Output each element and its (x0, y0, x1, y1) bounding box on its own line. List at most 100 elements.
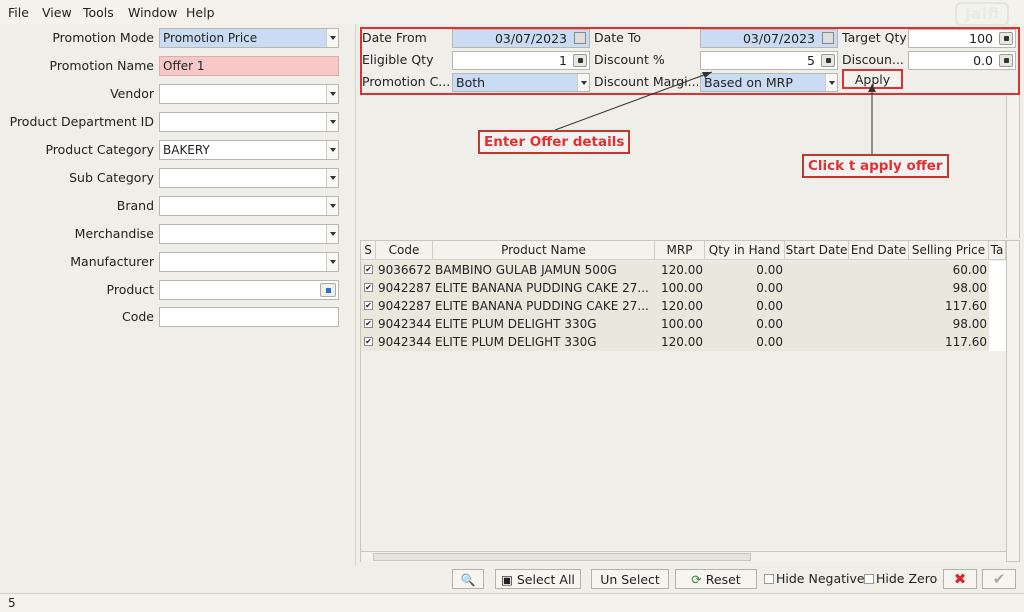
promotion-c-select[interactable]: Both (452, 73, 590, 92)
column-header-s[interactable]: S (361, 241, 376, 260)
promotion-name-field[interactable]: Offer 1 (159, 56, 339, 76)
cell-tax (989, 297, 1006, 315)
chevron-down-icon[interactable] (326, 225, 338, 243)
merchandise-label: Merchandise (74, 226, 154, 241)
cell-end (851, 261, 907, 279)
discount-pct-field[interactable]: 5 (700, 51, 838, 70)
table-row[interactable]: ✔ 9042287 ELITE BANANA PUDDING CAKE 27... 1… (361, 297, 1006, 315)
cell-qty: 0.00 (756, 263, 783, 277)
column-header-start-date[interactable]: Start Date (785, 241, 849, 260)
cell-name: BAMBINO GULAB JAMUN 500G (435, 263, 617, 277)
chevron-down-icon[interactable] (326, 169, 338, 187)
row-checkbox[interactable]: ✔ (364, 283, 373, 292)
cell-start (787, 297, 847, 315)
un-select-button[interactable]: Un Select (591, 569, 669, 589)
reset-icon: ⟳ (691, 572, 702, 587)
sub-category-field[interactable] (159, 168, 339, 188)
column-header-code[interactable]: Code (376, 241, 433, 260)
product-department-id-field[interactable] (159, 112, 339, 132)
spinner-icon[interactable] (573, 54, 587, 67)
product-category-field[interactable]: BAKERY (159, 140, 339, 160)
chevron-down-icon[interactable] (326, 141, 338, 159)
search-button[interactable]: 🔍 (452, 569, 484, 589)
menu-window[interactable]: Window (128, 5, 177, 20)
code-field[interactable] (159, 307, 339, 327)
cell-start (787, 333, 847, 351)
spinner-icon[interactable] (821, 54, 835, 67)
status-bar: 5 (0, 593, 1024, 612)
table-row[interactable]: ✔ 9042344 ELITE PLUM DELIGHT 330G 100.00 0.0… (361, 315, 1006, 333)
product-field[interactable] (159, 280, 339, 300)
menu-help[interactable]: Help (186, 5, 215, 20)
menu-file[interactable]: File (8, 5, 29, 20)
code-label: Code (121, 309, 154, 324)
calendar-icon[interactable] (574, 32, 586, 44)
horizontal-scrollbar[interactable] (361, 551, 1006, 562)
row-checkbox[interactable]: ✔ (364, 337, 373, 346)
discount-field[interactable]: 0.0 (908, 51, 1016, 70)
cell-tax (989, 279, 1006, 297)
cell-start (787, 279, 847, 297)
table-row[interactable]: ✔ 9036672 BAMBINO GULAB JAMUN 500G 120.00 0.… (361, 261, 1006, 279)
merchandise-field[interactable] (159, 224, 339, 244)
vendor-field[interactable] (159, 84, 339, 104)
menu-tools[interactable]: Tools (83, 5, 114, 20)
menu-view[interactable]: View (42, 5, 72, 20)
lookup-icon[interactable] (320, 283, 336, 297)
chevron-down-icon[interactable] (326, 253, 338, 271)
reset-button[interactable]: ⟳ Reset (675, 569, 757, 589)
chevron-down-icon[interactable] (326, 29, 338, 47)
cell-qty: 0.00 (756, 281, 783, 295)
cell-mrp: 100.00 (661, 317, 703, 331)
column-header-mrp[interactable]: MRP (655, 241, 705, 260)
table-row[interactable]: ✔ 9042287 ELITE BANANA PUDDING CAKE 27... 1… (361, 279, 1006, 297)
cell-start (787, 315, 847, 333)
select-all-button[interactable]: ▣ Select All (495, 569, 581, 589)
target-qty-field[interactable]: 100 (908, 29, 1016, 48)
filter-panel: Promotion Mode Promotion Price Promotion N… (0, 24, 356, 592)
cell-name: ELITE BANANA PUDDING CAKE 27... (435, 281, 649, 295)
table-row[interactable]: ✔ 9042344 ELITE PLUM DELIGHT 330G 120.00 0.0… (361, 333, 1006, 351)
hide-zero-label: Hide Zero (876, 571, 938, 586)
chevron-down-icon[interactable] (326, 113, 338, 131)
close-icon[interactable]: ✖ (943, 569, 977, 589)
brand-field[interactable] (159, 196, 339, 216)
offer-details-panel: Date From 03/07/2023 Date To 03/07/2023 … (360, 27, 1020, 95)
spinner-icon[interactable] (999, 54, 1013, 67)
cell-name: ELITE PLUM DELIGHT 330G (435, 317, 597, 331)
chevron-down-icon[interactable] (825, 74, 837, 91)
cell-mrp: 120.00 (661, 299, 703, 313)
chevron-down-icon[interactable] (326, 197, 338, 215)
product-label: Product (106, 282, 154, 297)
discount-margin-select[interactable]: Based on MRP (700, 73, 838, 92)
chevron-down-icon[interactable] (326, 85, 338, 103)
hide-zero-checkbox[interactable] (864, 574, 874, 584)
chevron-down-icon[interactable] (577, 74, 589, 91)
eligible-qty-field[interactable]: 1 (452, 51, 590, 70)
promotion-mode-field[interactable]: Promotion Price (159, 28, 339, 48)
cell-end (851, 315, 907, 333)
column-header-selling-price[interactable]: Selling Price (909, 241, 989, 260)
cell-mrp: 120.00 (661, 335, 703, 349)
hide-negative-checkbox[interactable] (764, 574, 774, 584)
row-checkbox[interactable]: ✔ (364, 319, 373, 328)
row-checkbox[interactable]: ✔ (364, 265, 373, 274)
check-icon[interactable]: ✔ (982, 569, 1016, 589)
column-header-qty-in-hand[interactable]: Qty in Hand (705, 241, 785, 260)
sub-category-label: Sub Category (69, 170, 154, 185)
date-from-field[interactable]: 03/07/2023 (452, 29, 590, 48)
column-header-product-name[interactable]: Product Name (433, 241, 655, 260)
grid-vertical-scrollbar[interactable] (1006, 241, 1019, 561)
date-to-field[interactable]: 03/07/2023 (700, 29, 838, 48)
bottom-toolbar: 🔍 ▣ Select All Un Select ⟳ Reset Hide Ne… (0, 566, 1024, 592)
column-header-ta[interactable]: Ta (989, 241, 1006, 260)
cell-price: 117.60 (945, 299, 987, 313)
calendar-icon[interactable] (822, 32, 834, 44)
row-checkbox[interactable]: ✔ (364, 301, 373, 310)
spinner-icon[interactable] (999, 32, 1013, 45)
column-header-end-date[interactable]: End Date (849, 241, 909, 260)
manufacturer-field[interactable] (159, 252, 339, 272)
apply-button[interactable]: Apply (842, 69, 903, 89)
cell-mrp: 120.00 (661, 263, 703, 277)
vertical-scrollbar[interactable] (1006, 95, 1019, 238)
